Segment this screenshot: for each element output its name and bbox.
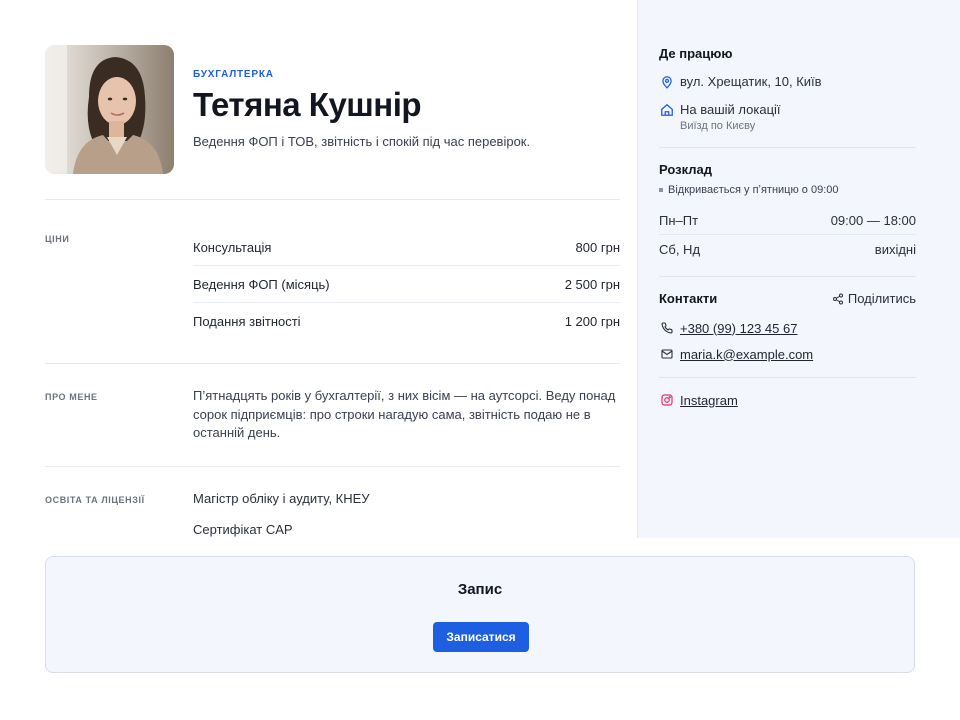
price-value: 2 500 грн (564, 276, 620, 292)
divider (659, 147, 916, 148)
schedule-hours: 09:00 — 18:00 (830, 213, 916, 228)
contacts-header: Контакти Поділитись (659, 291, 916, 306)
schedule-hours: вихідні (874, 241, 916, 257)
price-service: Консультація (193, 239, 272, 255)
booking-panel: Запис Записатися (45, 556, 915, 673)
phone-link[interactable]: +380 (99) 123 45 67 (680, 321, 797, 336)
schedule-status-text: Відкривається у пʼятницю о 09:00 (668, 184, 839, 196)
divider (45, 466, 620, 467)
onsite-row: На вашій локації Виїзд по Києву (659, 102, 781, 132)
price-row: Подання звітності 1 200 грн (193, 303, 620, 340)
instagram-link[interactable]: Instagram (680, 393, 738, 408)
about-text: П’ятнадцять років у бухгалтерії, з них в… (193, 388, 616, 440)
booking-title: Запис (457, 581, 503, 598)
address-text: вул. Хрещатик, 10, Київ (680, 74, 822, 89)
home-icon (659, 102, 675, 118)
share-icon (832, 293, 844, 305)
profile-category: БУХГАЛТЕРКА (193, 69, 274, 80)
price-row: Консультація 800 грн (193, 229, 620, 266)
schedule-row: Пн–Пт 09:00 — 18:00 (659, 207, 916, 235)
prices-label: ЦІНИ (45, 234, 70, 244)
profile-heading: БУХГАЛТЕРКА Тетяна Кушнір Ведення ФОП і … (193, 69, 530, 149)
price-value: 800 грн (575, 239, 620, 255)
education-label: ОСВІТА ТА ЛІЦЕНЗІЇ (45, 495, 145, 505)
price-list: Консультація 800 грн Ведення ФОП (місяць… (193, 229, 620, 340)
schedule-days: Пн–Пт (659, 213, 699, 228)
status-dot-icon (659, 188, 663, 192)
location-title: Де працюю (659, 46, 733, 61)
price-value: 1 200 грн (564, 314, 620, 329)
price-row: Ведення ФОП (місяць) 2 500 грн (193, 266, 620, 303)
onsite-text: На вашій локації (680, 102, 781, 117)
mail-icon (659, 346, 675, 362)
email-link[interactable]: maria.k@example.com (680, 347, 813, 362)
divider (45, 363, 620, 364)
sidebar: Де працюю вул. Хрещатик, 10, Київ На ваш… (637, 0, 960, 538)
instagram-row: Instagram (659, 392, 738, 408)
education-item: Магістр обліку і аудиту, КНЕУ (193, 491, 370, 506)
schedule-status: Відкривається у пʼятницю о 09:00 (659, 184, 838, 196)
phone-row: +380 (99) 123 45 67 (659, 320, 797, 336)
divider (659, 377, 916, 378)
price-service: Подання звітності (193, 314, 301, 329)
share-label: Поділитись (847, 291, 916, 306)
price-service: Ведення ФОП (місяць) (193, 276, 330, 292)
share-button[interactable]: Поділитись (832, 291, 916, 306)
education-item: Сертифікат CAP (193, 522, 293, 537)
education-list: Магістр обліку і аудиту, КНЕУ Сертифікат… (193, 491, 620, 553)
schedule-table: Пн–Пт 09:00 — 18:00 Сб, Нд вихідні (659, 207, 916, 263)
profile-tagline: Ведення ФОП і ТОВ, звітність і спокій пі… (193, 134, 531, 149)
book-button[interactable]: Записатися (433, 622, 529, 652)
email-row: maria.k@example.com (659, 346, 813, 362)
schedule-title: Розклад (659, 162, 712, 177)
onsite-note: Виїзд по Києву (680, 120, 756, 132)
map-pin-icon (659, 74, 675, 90)
profile-photo (45, 45, 174, 174)
schedule-days: Сб, Нд (659, 241, 701, 257)
phone-icon (659, 320, 675, 336)
address-row: вул. Хрещатик, 10, Київ (659, 74, 822, 90)
divider (45, 199, 620, 200)
schedule-row: Сб, Нд вихідні (659, 235, 916, 263)
instagram-icon (659, 392, 675, 408)
contacts-title: Контакти (659, 291, 718, 306)
profile-name: Тетяна Кушнір (193, 86, 422, 123)
divider (659, 276, 916, 277)
profile-header: БУХГАЛТЕРКА Тетяна Кушнір Ведення ФОП і … (45, 45, 620, 175)
about-label: ПРО МЕНЕ (45, 392, 98, 402)
